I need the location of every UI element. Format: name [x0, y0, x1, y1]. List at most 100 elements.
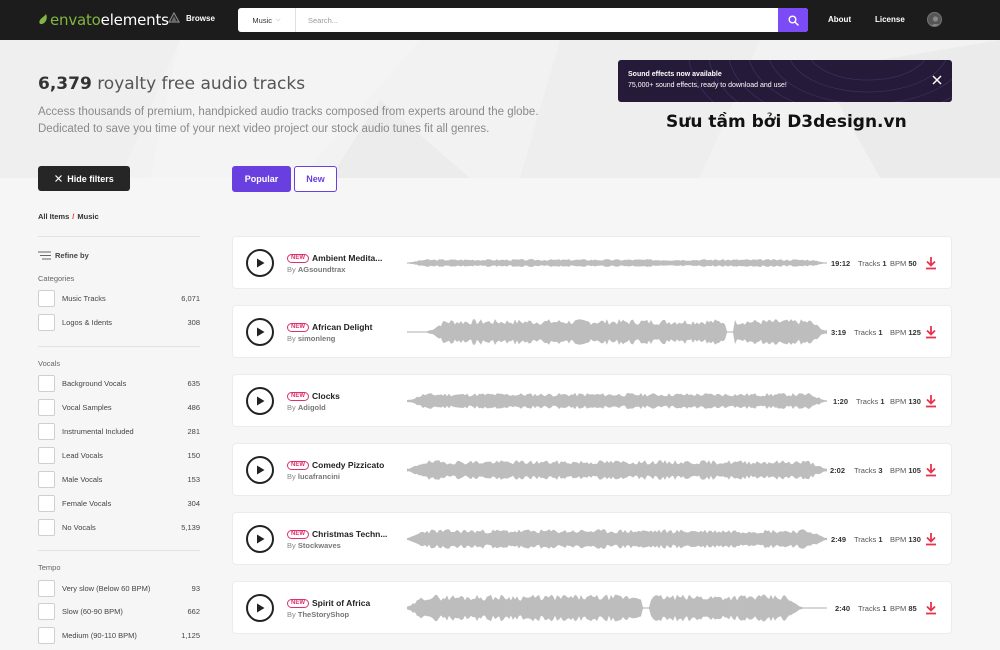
- filter-count: 150: [187, 450, 200, 460]
- track-card[interactable]: NEW Comedy Pizzicato By lucafrancini 2:0…: [232, 443, 952, 496]
- filter-male-vocals[interactable]: Male Vocals 153: [38, 470, 200, 488]
- play-button[interactable]: [246, 525, 274, 553]
- filter-lines-icon: [38, 251, 51, 260]
- filter-vocal-samples[interactable]: Vocal Samples 486: [38, 398, 200, 416]
- filter-tempo-very-slow[interactable]: Very slow (Below 60 BPM) 93: [38, 579, 200, 597]
- checkbox[interactable]: [38, 579, 55, 597]
- download-icon[interactable]: [925, 325, 937, 339]
- track-title[interactable]: Comedy Pizzicato: [312, 460, 384, 470]
- track-title[interactable]: Christmas Techn...: [312, 529, 387, 539]
- nav-about-link[interactable]: About: [828, 15, 851, 24]
- track-duration: 1:20: [833, 397, 849, 406]
- play-button[interactable]: [246, 318, 274, 346]
- filter-tempo-medium[interactable]: Medium (90-110 BPM) 1,125: [38, 626, 200, 644]
- envato-elements-logo[interactable]: envatoelements: [38, 11, 169, 29]
- breadcrumb-all-items[interactable]: All Items: [38, 212, 69, 221]
- checkbox[interactable]: [38, 518, 55, 536]
- waveform[interactable]: [407, 521, 827, 557]
- play-icon: [257, 534, 265, 544]
- track-count: Tracks 1: [858, 259, 887, 268]
- sound-effects-promo-banner[interactable]: Sound effects now available 75,000+ soun…: [618, 60, 952, 102]
- checkbox[interactable]: [38, 470, 55, 488]
- filter-lead-vocals[interactable]: Lead Vocals 150: [38, 446, 200, 464]
- checkbox[interactable]: [38, 374, 55, 392]
- waveform[interactable]: [407, 383, 827, 419]
- play-button[interactable]: [246, 387, 274, 415]
- download-icon[interactable]: [925, 532, 937, 546]
- checkbox[interactable]: [38, 494, 55, 512]
- checkbox[interactable]: [38, 446, 55, 464]
- track-duration: 2:40: [835, 604, 851, 613]
- play-button[interactable]: [246, 594, 274, 622]
- track-card[interactable]: NEW Clocks By Adigold 1:20 Tracks 1 BPM …: [232, 374, 952, 427]
- track-title[interactable]: Spirit of Africa: [312, 598, 370, 608]
- track-title[interactable]: Ambient Medita...: [312, 253, 382, 263]
- checkbox[interactable]: [38, 626, 55, 644]
- download-icon[interactable]: [925, 256, 937, 270]
- author-link[interactable]: Adigold: [298, 403, 326, 412]
- hide-filters-button[interactable]: Hide filters: [38, 166, 130, 191]
- search-bar: Music ⌵: [238, 8, 808, 32]
- filter-background-vocals[interactable]: Background Vocals 635: [38, 374, 200, 392]
- watermark-credit: Sưu tầm bởi D3design.vn: [666, 112, 907, 132]
- close-icon[interactable]: [931, 74, 943, 86]
- checkbox[interactable]: [38, 398, 55, 416]
- author-link[interactable]: simonleng: [298, 334, 336, 343]
- author-link[interactable]: AGsoundtrax: [298, 265, 346, 274]
- waveform[interactable]: [407, 314, 827, 350]
- filter-female-vocals[interactable]: Female Vocals 304: [38, 494, 200, 512]
- waveform[interactable]: [407, 590, 827, 626]
- play-button[interactable]: [246, 456, 274, 484]
- track-bpm: BPM 125: [890, 328, 921, 337]
- checkbox[interactable]: [38, 602, 55, 620]
- waveform[interactable]: [407, 245, 827, 281]
- new-badge: NEW: [287, 392, 309, 401]
- search-button[interactable]: [778, 8, 808, 32]
- filter-count: 635: [187, 378, 200, 388]
- checkbox[interactable]: [38, 422, 55, 440]
- download-icon[interactable]: [925, 394, 937, 408]
- filter-label: No Vocals: [62, 522, 96, 532]
- download-icon[interactable]: [925, 601, 937, 615]
- breadcrumb: All Items / Music: [38, 212, 99, 221]
- filter-label: Vocal Samples: [62, 402, 112, 412]
- new-badge: NEW: [287, 254, 309, 263]
- track-title[interactable]: African Delight: [312, 322, 372, 332]
- filter-logos-idents[interactable]: Logos & Idents 308: [38, 313, 200, 331]
- checkbox[interactable]: [38, 313, 55, 331]
- page-title: 6,379 royalty free audio tracks: [38, 74, 306, 94]
- author-link[interactable]: TheStoryShop: [298, 610, 349, 619]
- search-category-select[interactable]: Music ⌵: [238, 8, 296, 32]
- top-navigation-bar: envatoelements Browse Music ⌵ About Lice…: [0, 0, 1000, 40]
- track-author: By AGsoundtrax: [287, 265, 346, 274]
- track-count: Tracks 1: [854, 328, 883, 337]
- filter-tempo-slow[interactable]: Slow (60-90 BPM) 662: [38, 602, 200, 620]
- breadcrumb-music[interactable]: Music: [77, 212, 98, 221]
- filter-no-vocals[interactable]: No Vocals 5,139: [38, 518, 200, 536]
- track-card[interactable]: NEW Christmas Techn... By Stockwaves 2:4…: [232, 512, 952, 565]
- author-link[interactable]: Stockwaves: [298, 541, 341, 550]
- tab-new[interactable]: New: [294, 166, 337, 192]
- filter-music-tracks[interactable]: Music Tracks 6,071: [38, 289, 200, 307]
- track-card[interactable]: NEW African Delight By simonleng 3:19 Tr…: [232, 305, 952, 358]
- browse-menu[interactable]: Browse: [168, 12, 215, 24]
- track-title[interactable]: Clocks: [312, 391, 340, 401]
- play-icon: [257, 603, 265, 613]
- user-avatar[interactable]: [927, 12, 942, 27]
- waveform[interactable]: [407, 452, 827, 488]
- author-link[interactable]: lucafrancini: [298, 472, 340, 481]
- track-card[interactable]: NEW Spirit of Africa By TheStoryShop 2:4…: [232, 581, 952, 634]
- filter-label: Medium (90-110 BPM): [62, 630, 137, 640]
- checkbox[interactable]: [38, 289, 55, 307]
- search-input[interactable]: [296, 8, 778, 32]
- breadcrumb-separator: /: [72, 212, 75, 221]
- filter-count: 6,071: [181, 293, 200, 303]
- promo-pattern: [688, 60, 952, 102]
- nav-license-link[interactable]: License: [875, 15, 905, 24]
- new-badge: NEW: [287, 599, 309, 608]
- tab-popular[interactable]: Popular: [232, 166, 291, 192]
- download-icon[interactable]: [925, 463, 937, 477]
- filter-instrumental-included[interactable]: Instrumental Included 281: [38, 422, 200, 440]
- play-button[interactable]: [246, 249, 274, 277]
- track-card[interactable]: NEW Ambient Medita... By AGsoundtrax 19:…: [232, 236, 952, 289]
